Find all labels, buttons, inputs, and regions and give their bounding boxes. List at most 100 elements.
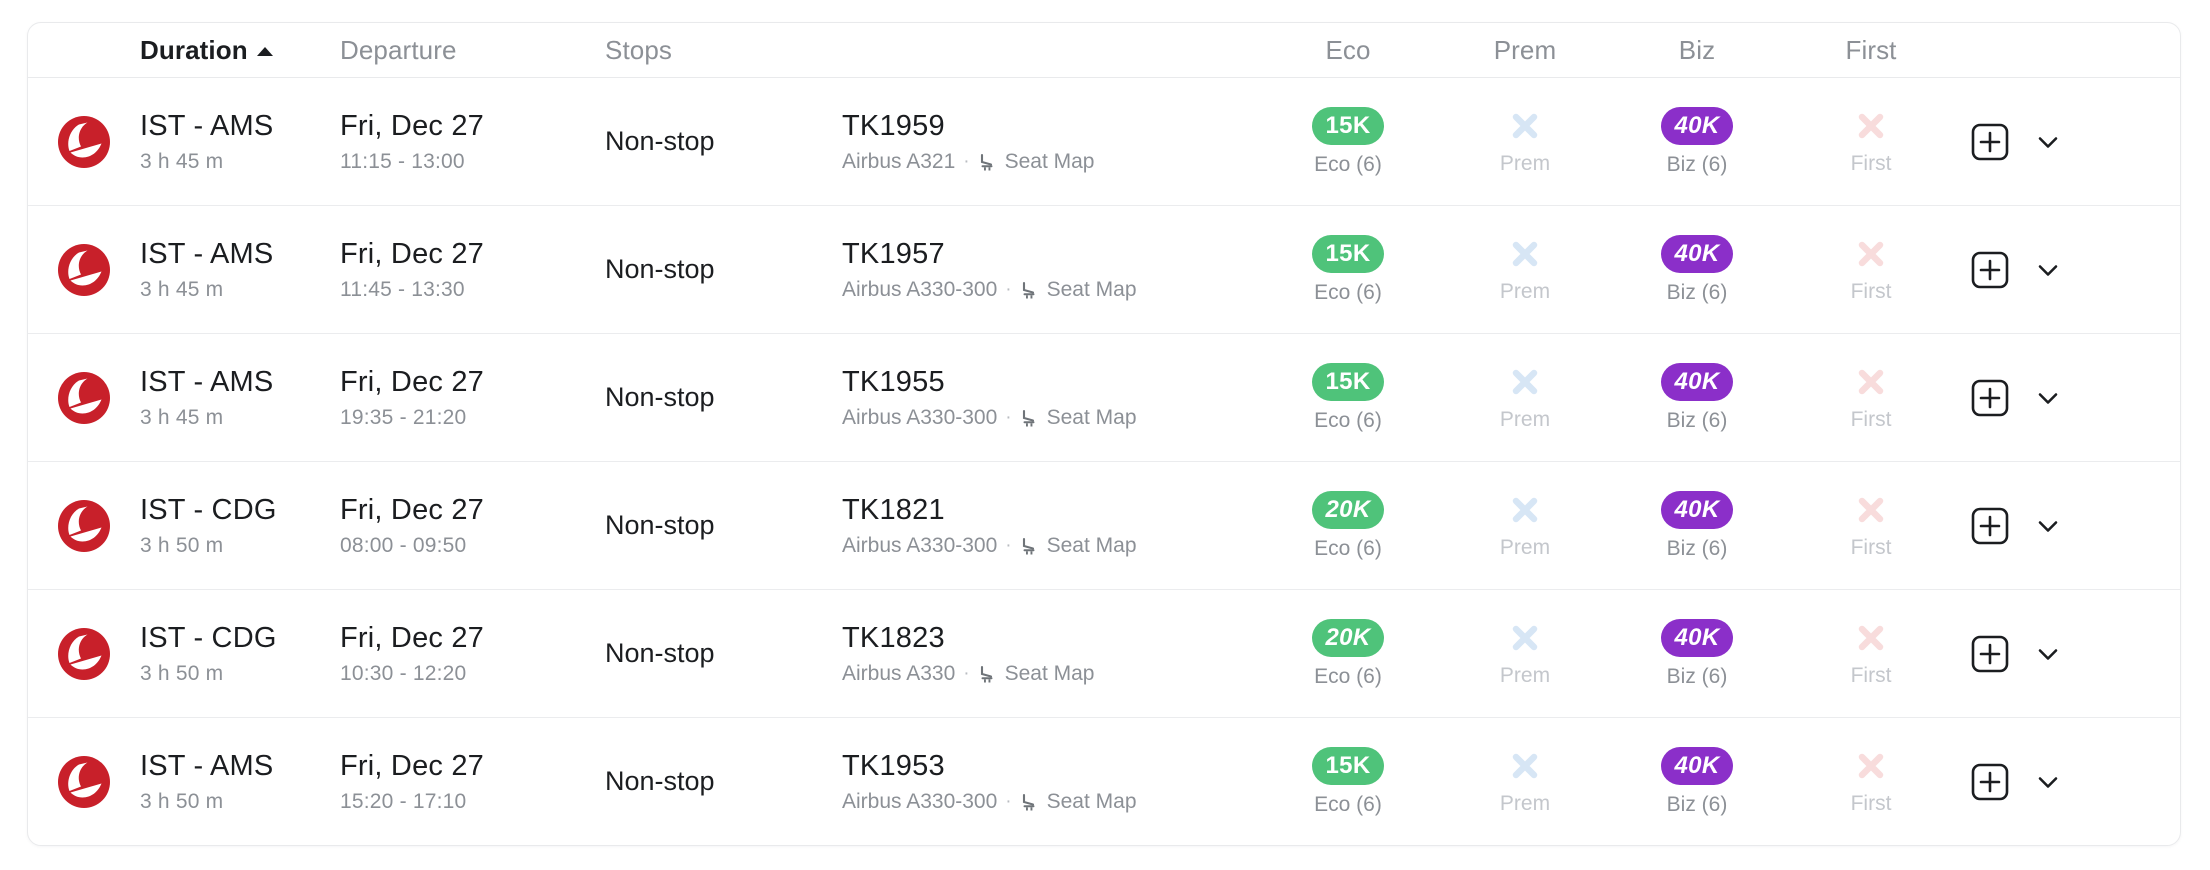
column-header-stops[interactable]: Stops (605, 35, 842, 66)
column-header-prem[interactable]: Prem (1439, 35, 1611, 66)
fare-label-eco: Eco (6) (1314, 664, 1382, 688)
fare-label-prem: Prem (1499, 279, 1551, 303)
caret-up-icon (256, 46, 273, 56)
fare-cell-first[interactable]: First (1783, 748, 1959, 816)
fare-price-pill-eco: 15K (1311, 746, 1385, 785)
plus-square-icon[interactable] (1971, 251, 2009, 289)
plus-square-icon[interactable] (1971, 507, 2009, 545)
column-header-first[interactable]: First (1783, 35, 1959, 66)
flight-subinfo: Airbus A330-300 · Seat Map (842, 406, 1257, 430)
flight-subinfo: Airbus A330-300 · Seat Map (842, 534, 1257, 558)
fare-cell-prem[interactable]: Prem (1439, 748, 1611, 816)
column-header-duration-label: Duration (140, 34, 248, 65)
flight-subinfo: Airbus A330 · Seat Map (842, 662, 1257, 686)
airline-logo-cell (28, 115, 140, 169)
fare-cell-biz[interactable]: 40K Biz (6) (1611, 618, 1783, 689)
results-row-list: IST - AMS 3 h 45 m Fri, Dec 27 11:15 - 1… (28, 78, 2180, 845)
column-header-eco[interactable]: Eco (1257, 35, 1439, 66)
departure-date-label: Fri, Dec 27 (340, 237, 485, 270)
fare-cell-eco[interactable]: 15K Eco (6) (1257, 362, 1439, 433)
column-header-departure[interactable]: Departure (340, 35, 605, 66)
seat-map-link[interactable]: Seat Map (978, 149, 1095, 174)
chevron-down-icon[interactable] (2031, 253, 2065, 287)
fare-cell-biz[interactable]: 40K Biz (6) (1611, 234, 1783, 305)
fare-cell-eco[interactable]: 20K Eco (6) (1257, 490, 1439, 561)
fare-label-first: First (1850, 535, 1892, 559)
fare-price-pill-eco: 15K (1311, 234, 1385, 273)
column-header-biz[interactable]: Biz (1611, 35, 1783, 66)
separator-dot: · (1005, 278, 1012, 300)
fare-cell-biz[interactable]: 40K Biz (6) (1611, 490, 1783, 561)
seat-icon (1022, 281, 1035, 298)
fare-cell-prem[interactable]: Prem (1439, 620, 1611, 688)
table-row[interactable]: IST - AMS 3 h 45 m Fri, Dec 27 19:35 - 2… (28, 334, 2180, 462)
route-label: IST - AMS (140, 237, 274, 270)
row-actions (1959, 379, 2180, 417)
fare-cell-biz[interactable]: 40K Biz (6) (1611, 362, 1783, 433)
table-row[interactable]: IST - AMS 3 h 45 m Fri, Dec 27 11:45 - 1… (28, 206, 2180, 334)
fare-cell-prem[interactable]: Prem (1439, 236, 1611, 304)
fare-label-prem: Prem (1499, 663, 1551, 687)
seat-map-label: Seat Map (1004, 149, 1095, 173)
seat-map-label: Seat Map (1046, 277, 1137, 301)
fare-cell-first[interactable]: First (1783, 492, 1959, 560)
chevron-down-icon[interactable] (2031, 381, 2065, 415)
fare-cell-first[interactable]: First (1783, 108, 1959, 176)
plus-square-icon[interactable] (1971, 635, 2009, 673)
table-row[interactable]: IST - AMS 3 h 45 m Fri, Dec 27 11:15 - 1… (28, 78, 2180, 206)
plus-square-icon[interactable] (1971, 379, 2009, 417)
fare-cell-prem[interactable]: Prem (1439, 108, 1611, 176)
seat-icon (1022, 537, 1035, 554)
fare-label-eco: Eco (6) (1314, 152, 1382, 176)
fare-cell-biz[interactable]: 40K Biz (6) (1611, 106, 1783, 177)
fare-label-biz: Biz (6) (1666, 664, 1728, 688)
seat-map-label: Seat Map (1046, 789, 1137, 813)
fare-cell-eco[interactable]: 20K Eco (6) (1257, 618, 1439, 689)
fare-label-first: First (1850, 663, 1892, 687)
fare-cell-eco[interactable]: 15K Eco (6) (1257, 106, 1439, 177)
fare-cell-eco[interactable]: 15K Eco (6) (1257, 234, 1439, 305)
fare-label-prem: Prem (1499, 791, 1551, 815)
seat-map-link[interactable]: Seat Map (1020, 534, 1137, 558)
fare-cell-prem[interactable]: Prem (1439, 364, 1611, 432)
duration-label: 3 h 45 m (140, 277, 224, 301)
chevron-down-icon[interactable] (2031, 125, 2065, 159)
fare-label-eco: Eco (6) (1314, 792, 1382, 816)
fare-cell-prem[interactable]: Prem (1439, 492, 1611, 560)
x-icon (1858, 497, 1884, 522)
table-row[interactable]: IST - CDG 3 h 50 m Fri, Dec 27 10:30 - 1… (28, 590, 2180, 718)
fare-cell-first[interactable]: First (1783, 236, 1959, 304)
column-header-duration[interactable]: Duration (140, 35, 340, 66)
chevron-down-icon[interactable] (2031, 637, 2065, 671)
departure-times-label: 11:15 - 13:00 (340, 149, 465, 173)
chevron-down-icon[interactable] (2031, 765, 2065, 799)
fare-cell-eco[interactable]: 15K Eco (6) (1257, 746, 1439, 817)
fare-cell-biz[interactable]: 40K Biz (6) (1611, 746, 1783, 817)
table-row[interactable]: IST - AMS 3 h 50 m Fri, Dec 27 15:20 - 1… (28, 718, 2180, 845)
duration-label: 3 h 45 m (140, 149, 224, 173)
fare-cell-first[interactable]: First (1783, 364, 1959, 432)
plus-square-icon[interactable] (1971, 763, 2009, 801)
flight-number-label: TK1959 (842, 109, 945, 142)
plus-square-icon[interactable] (1971, 123, 2009, 161)
departure-cell: Fri, Dec 27 08:00 - 09:50 (340, 494, 605, 558)
seat-map-link[interactable]: Seat Map (1020, 278, 1137, 302)
row-actions (1959, 507, 2180, 545)
flight-results-page: Duration Departure Stops Eco Prem Biz Fi… (0, 0, 2210, 870)
separator-dot: · (1005, 406, 1012, 428)
chevron-down-icon[interactable] (2031, 509, 2065, 543)
seat-map-label: Seat Map (1046, 533, 1137, 557)
departure-date-label: Fri, Dec 27 (340, 621, 485, 654)
fare-label-prem: Prem (1499, 535, 1551, 559)
flight-info-cell: TK1955 Airbus A330-300 · Seat Map (842, 366, 1257, 430)
fare-price-pill-biz: 40K (1660, 618, 1734, 657)
departure-cell: Fri, Dec 27 15:20 - 17:10 (340, 750, 605, 814)
separator-dot: · (963, 662, 970, 684)
seat-map-link[interactable]: Seat Map (978, 662, 1094, 686)
table-row[interactable]: IST - CDG 3 h 50 m Fri, Dec 27 08:00 - 0… (28, 462, 2180, 590)
seat-map-link[interactable]: Seat Map (1020, 790, 1137, 814)
route-duration-cell: IST - AMS 3 h 50 m (140, 750, 340, 814)
seat-map-link[interactable]: Seat Map (1020, 406, 1137, 430)
route-duration-cell: IST - AMS 3 h 45 m (140, 238, 340, 302)
fare-cell-first[interactable]: First (1783, 620, 1959, 688)
